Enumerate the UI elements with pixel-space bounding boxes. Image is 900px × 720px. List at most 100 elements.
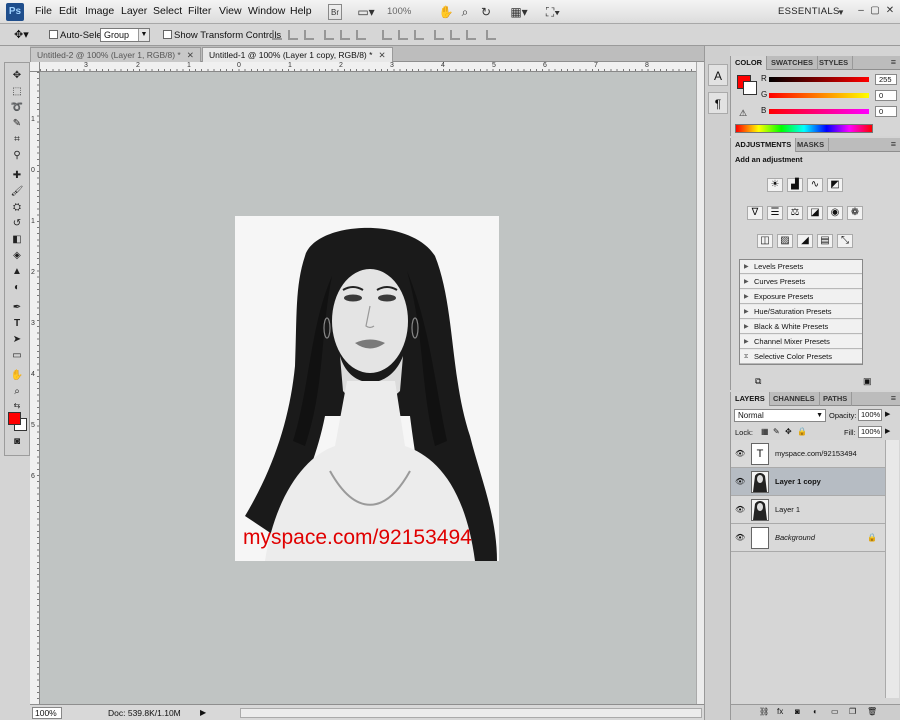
healing-brush-tool-icon[interactable]: ✚ (9, 169, 25, 183)
history-brush-tool-icon[interactable]: ↺ (9, 217, 25, 231)
workspace-dropdown-icon[interactable]: ▼ (836, 4, 846, 20)
screen-mode-icon[interactable]: ⛶▾ (540, 4, 566, 20)
preset-black-white[interactable]: ▶ Black & White Presets (740, 320, 862, 334)
close-icon[interactable]: ✕ (883, 4, 897, 18)
layer-name[interactable]: Layer 1 (775, 505, 800, 514)
arrange-documents-icon[interactable]: ▦▾ (508, 4, 530, 20)
layer-row-layer1-copy[interactable]: 👁 Layer 1 copy (731, 468, 885, 496)
clip-to-layer-icon[interactable]: ⧉ (755, 376, 761, 387)
background-color-swatch[interactable] (743, 81, 757, 95)
gradient-map-icon[interactable]: ▤ (817, 234, 833, 248)
panel-menu-icon[interactable]: ≡ (891, 393, 896, 403)
menu-view[interactable]: View (219, 5, 242, 17)
tab-untitled-1[interactable]: Untitled-1 @ 100% (Layer 1 copy, RGB/8) … (202, 47, 393, 62)
vertical-ruler[interactable]: 1 0 1 2 3 4 5 6 (30, 72, 40, 704)
horizontal-scrollbar[interactable] (240, 708, 702, 718)
menu-layer[interactable]: Layer (121, 5, 147, 17)
distribute-vcenter-icon[interactable] (398, 30, 408, 40)
ruler-origin[interactable] (30, 62, 40, 72)
adjustment-layer-icon[interactable]: ◐ (813, 707, 818, 716)
character-panel-icon[interactable]: A (708, 64, 728, 86)
zoom-tool-icon[interactable]: ⌕ (9, 385, 25, 399)
minimize-icon[interactable]: – (854, 4, 868, 18)
layers-scrollbar[interactable] (885, 440, 899, 698)
layer-name[interactable]: myspace.com/92153494 (775, 449, 857, 458)
horizontal-ruler[interactable]: 3 2 1 0 1 2 3 4 5 6 7 8 (40, 62, 696, 72)
vertical-scrollbar[interactable] (696, 62, 704, 704)
brush-tool-icon[interactable]: 🖌 (9, 185, 25, 199)
layer-row-text[interactable]: 👁 T myspace.com/92153494 (731, 440, 885, 468)
close-icon[interactable]: ✕ (187, 50, 194, 60)
tab-adjustments[interactable]: ADJUSTMENTS (731, 138, 797, 152)
red-value-field[interactable]: 255 (875, 74, 897, 85)
foreground-color-swatch[interactable] (8, 412, 21, 425)
blend-mode-dropdown[interactable]: Normal ▼ (734, 409, 826, 422)
fill-dropdown-icon[interactable]: ▶ (885, 427, 890, 435)
layer-row-background[interactable]: 👁 Background 🔒 (731, 524, 885, 552)
eye-icon[interactable]: 👁 (735, 505, 745, 514)
distribute-bottom-icon[interactable] (414, 30, 424, 40)
document-info[interactable]: Doc: 539.8K/1.10M (108, 708, 181, 718)
panel-menu-icon[interactable]: ≡ (891, 57, 896, 67)
auto-align-icon[interactable] (486, 30, 496, 40)
layer-name[interactable]: Layer 1 copy (775, 477, 821, 486)
eraser-tool-icon[interactable]: ◧ (9, 233, 25, 247)
rotate-view-icon[interactable]: ↻ (478, 4, 494, 20)
eye-icon[interactable]: 👁 (735, 477, 745, 486)
close-icon[interactable]: ✕ (378, 50, 385, 60)
threshold-icon[interactable]: ◢ (797, 234, 813, 248)
paragraph-panel-icon[interactable]: ¶ (708, 92, 728, 114)
black-white-icon[interactable]: ◪ (807, 206, 823, 220)
color-balance-icon[interactable]: ⚖ (787, 206, 803, 220)
align-left-icon[interactable] (324, 30, 334, 40)
tab-swatches[interactable]: SWATCHES (767, 56, 818, 70)
preset-exposure[interactable]: ▶ Exposure Presets (740, 290, 862, 304)
color-spectrum[interactable] (735, 124, 873, 133)
align-bottom-icon[interactable] (304, 30, 314, 40)
opacity-dropdown-icon[interactable]: ▶ (885, 410, 890, 418)
link-layers-icon[interactable]: ⛓ (759, 707, 769, 716)
hand-tool-icon[interactable]: ✋ (438, 4, 454, 20)
fill-field[interactable]: 100% (858, 426, 882, 438)
panel-menu-icon[interactable]: ≡ (891, 139, 896, 149)
move-tool-icon[interactable]: ✥ (9, 69, 25, 83)
marquee-tool-icon[interactable]: ⬚ (9, 85, 25, 99)
layer-name[interactable]: Background (775, 533, 815, 542)
invert-icon[interactable]: ◫ (757, 234, 773, 248)
lock-all-icon[interactable]: 🔒 (797, 427, 807, 436)
zoom-field[interactable]: 100% (32, 707, 62, 719)
preset-hue-saturation[interactable]: ▶ Hue/Saturation Presets (740, 305, 862, 319)
view-extras-icon[interactable]: ▭▾ (355, 4, 377, 20)
menu-filter[interactable]: Filter (188, 5, 211, 17)
menu-window[interactable]: Window (248, 5, 285, 17)
align-hcenter-icon[interactable] (340, 30, 350, 40)
clone-stamp-tool-icon[interactable]: ⛭ (9, 201, 25, 215)
lasso-tool-icon[interactable]: ➰ (9, 101, 25, 115)
tab-color[interactable]: COLOR (731, 56, 768, 70)
shape-tool-icon[interactable]: ▭ (9, 349, 25, 363)
canvas-workspace[interactable]: myspace.com/92153494 (40, 72, 696, 704)
distribute-hcenter-icon[interactable] (450, 30, 460, 40)
tab-masks[interactable]: MASKS (793, 138, 830, 152)
move-tool-preset-icon[interactable]: ✥▾ (14, 28, 29, 41)
green-value-field[interactable]: 0 (875, 90, 897, 101)
maximize-icon[interactable]: ▢ (868, 4, 882, 18)
new-group-icon[interactable]: ▭ (831, 707, 839, 716)
path-selection-tool-icon[interactable]: ➤ (9, 333, 25, 347)
hand-tool-icon[interactable]: ✋ (9, 369, 25, 383)
paint-bucket-tool-icon[interactable]: ◈ (9, 249, 25, 263)
distribute-right-icon[interactable] (466, 30, 476, 40)
type-tool-icon[interactable]: T (9, 317, 25, 331)
menu-edit[interactable]: Edit (59, 5, 77, 17)
opacity-field[interactable]: 100% (858, 409, 882, 421)
distribute-top-icon[interactable] (382, 30, 392, 40)
status-menu-icon[interactable]: ▶ (200, 708, 206, 717)
green-bar[interactable] (769, 93, 869, 98)
auto-select-dropdown[interactable]: Group ▼ (100, 28, 150, 42)
adjustment-presets-list[interactable]: ▶ Levels Presets ▶ Curves Presets ▶ Exposur… (739, 259, 863, 365)
lock-transparency-icon[interactable]: ▦ (761, 427, 769, 436)
preset-selective-color[interactable]: ⧖ Selective Color Presets (740, 350, 862, 364)
new-layer-icon[interactable]: ❐ (849, 707, 856, 716)
preset-curves[interactable]: ▶ Curves Presets (740, 275, 862, 289)
menu-select[interactable]: Select (153, 5, 182, 17)
